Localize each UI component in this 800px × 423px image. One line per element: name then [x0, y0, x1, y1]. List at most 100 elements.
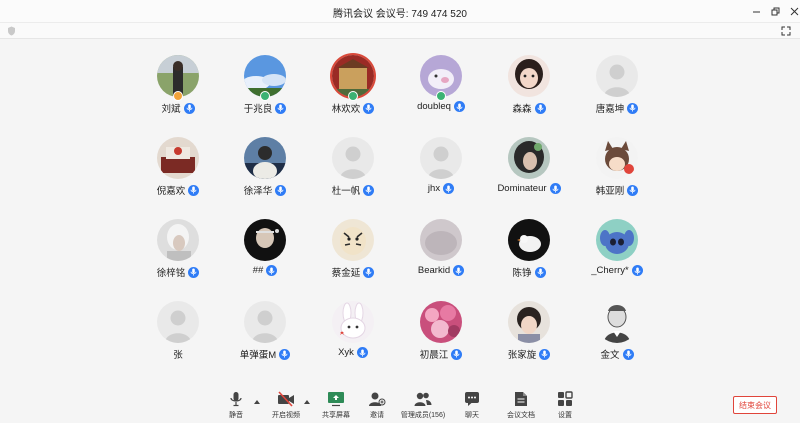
avatar-image	[508, 219, 550, 261]
person-placeholder-icon	[252, 310, 278, 343]
start-video-label: 开启视频	[272, 412, 300, 419]
participant-tile[interactable]: 于兆良	[221, 55, 309, 137]
chat-icon	[465, 392, 479, 406]
participant-name: 徐泽华	[243, 186, 273, 197]
close-button[interactable]	[785, 2, 800, 20]
participant-tile[interactable]: Xyk	[309, 301, 397, 383]
participant-name: _Cherry*	[591, 265, 629, 276]
minimize-button[interactable]	[747, 2, 765, 20]
window-title: 腾讯会议 会议号: 749 474 520	[333, 9, 467, 20]
restore-icon	[771, 7, 779, 15]
person-placeholder-icon	[428, 146, 454, 179]
avatar	[508, 55, 550, 97]
participant-name: 于兆良	[243, 104, 273, 115]
caret-up-icon[interactable]	[253, 398, 261, 406]
chat-button[interactable]: 聊天	[447, 391, 497, 423]
participant-name-row: 徐梓铭	[134, 265, 222, 279]
mic-status-icon	[363, 184, 375, 196]
participant-tile[interactable]: 张	[134, 301, 222, 383]
participant-name: 金文	[600, 350, 620, 361]
participant-tile[interactable]: 韩亚刚	[573, 137, 661, 219]
participant-tile[interactable]: Dominateur	[485, 137, 573, 219]
participant-name: 蔡金延	[331, 268, 361, 279]
participant-tile[interactable]: 森森	[485, 55, 573, 137]
participant-tile[interactable]: 蔡金延	[309, 219, 397, 301]
avatar-image	[157, 219, 199, 261]
participant-tile[interactable]: 张家旋	[485, 301, 573, 383]
participant-tile[interactable]: 单弹蛋M	[221, 301, 309, 383]
meeting-docs-button[interactable]: 会议文档	[496, 391, 546, 423]
participant-tile[interactable]: Bearkid	[397, 219, 485, 301]
participant-tile[interactable]: 陈铮	[485, 219, 573, 301]
minimize-icon	[752, 11, 760, 12]
avatar	[157, 137, 199, 179]
participant-tile[interactable]: 初晨江	[397, 301, 485, 383]
end-meeting-button[interactable]: 结束会议	[733, 396, 777, 414]
participant-name-row: 张	[134, 347, 222, 361]
avatar-image	[596, 137, 638, 179]
fullscreen-icon[interactable]	[781, 26, 791, 36]
participant-name-row: ##	[221, 265, 309, 276]
mic-status-icon	[627, 102, 639, 114]
mute-label: 静音	[229, 412, 243, 419]
participant-tile[interactable]: 倪嘉欢	[134, 137, 222, 219]
participant-tile[interactable]: jhx	[397, 137, 485, 219]
mute-button[interactable]: 静音	[211, 391, 261, 423]
mic-status-icon	[539, 348, 551, 360]
mic-status-icon	[275, 102, 287, 114]
participant-name: 徐梓铭	[156, 268, 186, 279]
caret-up-icon[interactable]	[303, 398, 311, 406]
participant-tile[interactable]: ##	[221, 219, 309, 301]
participant-name: 张家旋	[507, 350, 537, 361]
mic-status-icon	[275, 184, 287, 196]
meeting-docs-label: 会议文档	[507, 412, 535, 419]
participant-name: 杜一帆	[331, 186, 361, 197]
mic-status-icon	[534, 102, 546, 114]
settings-button[interactable]: 设置	[540, 391, 590, 423]
manage-members-button[interactable]: 管理成员(156)	[398, 391, 448, 423]
participant-tile[interactable]: _Cherry*	[573, 219, 661, 301]
participant-name: ##	[252, 265, 264, 276]
participant-name-row: doubleq	[397, 101, 485, 112]
participant-tile[interactable]: 徐泽华	[221, 137, 309, 219]
avatar	[596, 301, 638, 343]
status-badge	[173, 91, 183, 101]
participant-name-row: Xyk	[309, 347, 397, 358]
participant-name-row: 林欢欢	[309, 101, 397, 115]
participant-tile[interactable]: 徐梓铭	[134, 219, 222, 301]
participant-tile[interactable]: 杜一帆	[309, 137, 397, 219]
status-badge	[260, 91, 270, 101]
close-icon	[790, 7, 798, 15]
default-avatar	[157, 301, 199, 343]
participant-tile[interactable]: 刘斌	[134, 55, 222, 137]
participant-name-row: Bearkid	[397, 265, 485, 276]
avatar	[420, 219, 462, 261]
invite-button[interactable]: 邀请	[352, 391, 402, 423]
participant-tile[interactable]: 唐嘉坤	[573, 55, 661, 137]
avatar-image	[420, 301, 462, 343]
participant-name-row: 陈铮	[485, 265, 573, 279]
participant-tile[interactable]: 金文	[573, 301, 661, 383]
restore-button[interactable]	[766, 2, 784, 20]
avatar-image	[332, 301, 374, 343]
avatar	[596, 219, 638, 261]
participant-name-row: 初晨江	[397, 347, 485, 361]
avatar-image	[508, 55, 550, 97]
participant-name: 倪嘉欢	[156, 186, 186, 197]
avatar	[508, 301, 550, 343]
participant-tile[interactable]: doubleq	[397, 55, 485, 137]
avatar	[332, 219, 374, 261]
avatar-image	[508, 137, 550, 179]
avatar	[157, 219, 199, 261]
avatar	[244, 137, 286, 179]
default-avatar	[596, 55, 638, 97]
participant-name-row: 于兆良	[221, 101, 309, 115]
avatar	[596, 137, 638, 179]
video-off-icon	[278, 391, 294, 407]
person-placeholder-icon	[340, 146, 366, 179]
mic-status-icon	[549, 183, 561, 194]
participant-tile[interactable]: 林欢欢	[309, 55, 397, 137]
mic-status-icon	[356, 347, 368, 358]
start-video-button[interactable]: 开启视频	[261, 391, 311, 423]
participant-name: 唐嘉坤	[595, 104, 625, 115]
